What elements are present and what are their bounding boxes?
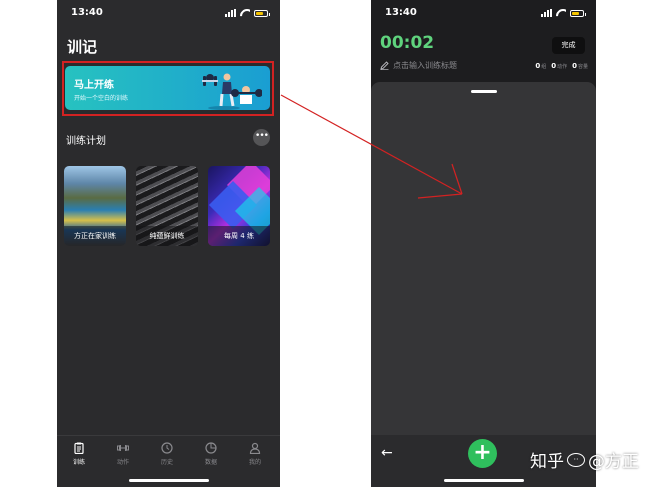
status-bar: 13:40 [57,0,280,26]
battery-icon [254,9,270,17]
plan-card-label: 方正在家训练 [64,226,126,246]
plan-card-home-training[interactable]: 方正在家训练 [64,166,126,246]
section-title-training-plans: 训练计划 [66,136,106,147]
status-bar: 13:40 [371,0,596,26]
wifi-icon [556,9,566,17]
tab-profile[interactable]: 我的 [235,442,275,466]
tab-label: 我的 [248,459,261,466]
stat-volume: 0容量 [572,62,588,70]
tab-label: 历史 [160,459,173,466]
home-indicator [128,479,209,482]
wifi-icon [240,9,250,17]
back-arrow-icon[interactable]: ← [381,445,393,461]
status-time: 13:40 [71,7,103,18]
stat-sets: 0组 [535,62,547,70]
bottom-tab-bar: 训练 动作 历史 数据 我的 [57,435,280,487]
stat-exercises: 0动作 [551,62,568,70]
watermark: 知乎 ·· @方正 [530,447,639,472]
plan-card-gym-training[interactable]: 纯蕴鲜训练 [136,166,198,246]
person-icon [249,442,261,454]
more-options-button[interactable]: ••• [253,129,270,146]
signal-icon [225,9,236,17]
exercise-sheet[interactable] [371,82,596,487]
tab-exercises[interactable]: 动作 [103,442,143,466]
signal-icon [541,9,552,17]
pencil-icon [380,61,389,70]
tab-label: 动作 [116,459,129,466]
sheet-grabber-handle[interactable] [470,90,497,93]
screenshot-canvas: 13:40 训记 马上开练 开始一个空白的训练 训练计划 ••• 方正在家训练 … [0,0,650,487]
tab-label: 训练 [72,459,85,466]
workout-screen: 13:40 00:02 完成 点击输入训练标题 0组 0动作 0容量 ← + [371,0,596,487]
clipboard-icon [74,442,84,454]
status-icons [225,9,270,17]
speech-bubble-icon: ·· [567,452,585,467]
pie-chart-icon [205,442,217,454]
watermark-author: @方正 [588,452,639,472]
watermark-site: 知乎 [530,452,564,472]
status-time: 13:40 [385,7,417,18]
workout-timer: 00:02 [380,33,435,53]
workout-stats: 0组 0动作 0容量 [535,62,588,70]
battery-icon [570,9,586,17]
clock-icon [161,442,173,454]
done-button[interactable]: 完成 [552,37,585,54]
workout-title-input[interactable]: 点击输入训练标题 [380,60,457,71]
dumbbell-icon [117,445,129,451]
plan-card-label: 每周 4 练 [208,226,270,246]
tab-training[interactable]: 训练 [59,442,99,466]
status-icons [541,9,586,17]
tab-data[interactable]: 数据 [191,442,231,466]
home-screen: 13:40 训记 马上开练 开始一个空白的训练 训练计划 ••• 方正在家训练 … [57,0,280,487]
tab-history[interactable]: 历史 [147,442,187,466]
tab-label: 数据 [204,459,217,466]
home-indicator [443,479,524,482]
plan-card-label: 纯蕴鲜训练 [136,226,198,246]
highlight-annotation-box [62,61,274,116]
page-title: 训记 [67,38,98,56]
plan-card-weekly-4[interactable]: 每周 4 练 [208,166,270,246]
add-exercise-button[interactable]: + [468,439,497,468]
workout-title-placeholder: 点击输入训练标题 [393,61,457,70]
